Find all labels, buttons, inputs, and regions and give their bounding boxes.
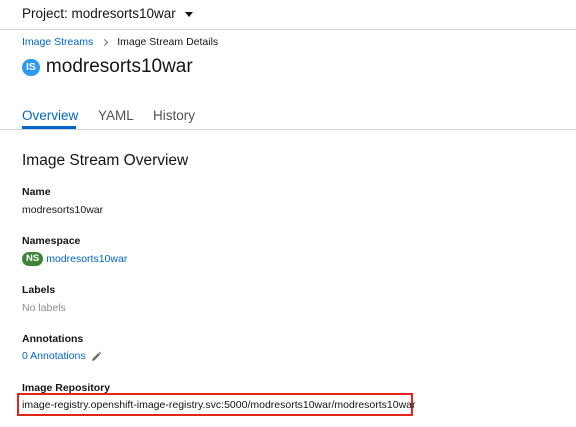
page-title-row: IS modresorts10war (22, 56, 193, 78)
section-heading: Image Stream Overview (22, 152, 189, 169)
image-stream-badge: IS (22, 58, 40, 76)
tab-overview[interactable]: Overview (22, 108, 78, 123)
namespace-link[interactable]: modresorts10war (46, 253, 127, 265)
tab-history[interactable]: History (153, 108, 195, 123)
page-title: modresorts10war (45, 56, 193, 77)
tab-yaml[interactable]: YAML (98, 108, 134, 123)
namespace-badge: NS (22, 252, 44, 266)
labels-label: Labels (22, 284, 56, 296)
tab-bar: Overview YAML History (0, 102, 576, 130)
namespace-value-row: NS modresorts10war (22, 252, 127, 266)
active-tab-indicator (22, 126, 76, 129)
project-selector-label: Project: modresorts10war (22, 6, 176, 21)
project-selector[interactable]: Project: modresorts10war (22, 6, 193, 21)
annotations-label: Annotations (22, 333, 84, 345)
annotations-link[interactable]: 0 Annotations (22, 350, 86, 362)
name-value: modresorts10war (22, 204, 104, 216)
breadcrumb-image-streams-link[interactable]: Image Streams (22, 36, 93, 48)
annotations-row: 0 Annotations (22, 350, 102, 362)
top-divider (0, 29, 576, 30)
pencil-icon[interactable] (90, 350, 102, 362)
caret-down-icon (184, 11, 193, 17)
labels-value: No labels (22, 302, 66, 314)
breadcrumb: Image Streams Image Stream Details (22, 36, 218, 48)
breadcrumb-current: Image Stream Details (117, 36, 219, 48)
top-bar: Project: modresorts10war (0, 0, 576, 30)
image-repository-value: image-registry.openshift-image-registry.… (22, 399, 416, 411)
chevron-right-icon (101, 38, 109, 46)
namespace-label: Namespace (22, 235, 81, 247)
tabs-divider (0, 129, 576, 130)
name-label: Name (22, 186, 51, 198)
